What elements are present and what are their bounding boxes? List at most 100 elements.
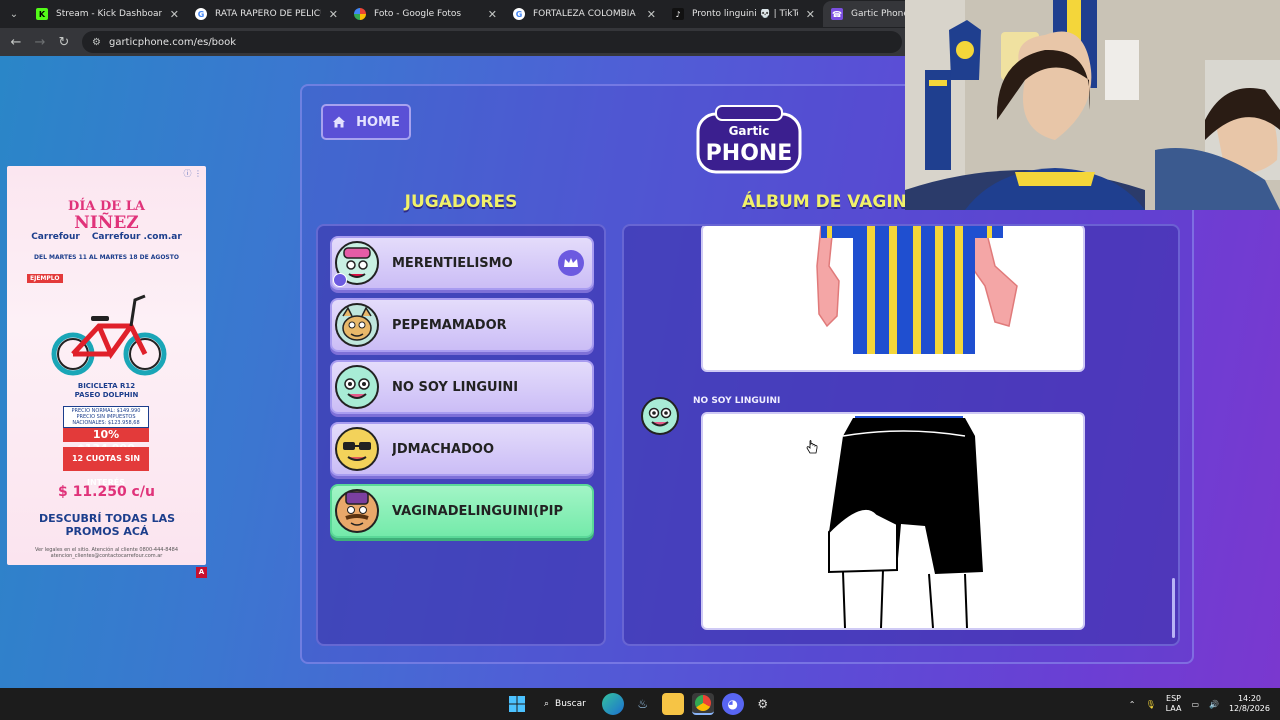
ad-price-details: PRECIO NORMAL: $149.990 PRECIO SIN IMPUE… [63, 406, 149, 428]
windows-start-icon[interactable] [506, 693, 528, 715]
gartic-phone-logo: Gartic PHONE [696, 105, 802, 174]
address-bar[interactable]: ⚙ garticphone.com/es/book [82, 31, 902, 53]
author-name: NO SOY LINGUINI [693, 396, 781, 406]
close-icon[interactable]: ✕ [170, 8, 179, 21]
player-name: NO SOY LINGUINI [392, 379, 519, 395]
tray-chevron-icon[interactable]: ⌃ [1129, 700, 1136, 709]
volume-icon[interactable]: 🔊 [1209, 700, 1219, 709]
players-list: MERENTIELISMO PEPEMAMADOR NO SOY LINGUIN… [316, 224, 606, 646]
ad-title-line: DÍA DE LA [68, 199, 145, 214]
logo-text-phone: PHONE [706, 141, 793, 166]
site-info-icon[interactable]: ⚙ [92, 37, 101, 48]
bicycle-image [51, 294, 167, 376]
google-icon: G [195, 8, 207, 20]
chrome-icon[interactable] [691, 693, 714, 715]
player-name: VAGINADELINGUINI(PIP [392, 503, 563, 519]
google-icon: G [513, 8, 525, 20]
ad-example-tag: EJEMPLO [27, 274, 63, 283]
drawing-card [701, 412, 1085, 630]
close-icon[interactable]: ✕ [806, 8, 815, 21]
taskbar-search[interactable]: ⌕ Buscar [536, 692, 594, 716]
ad-discount-price: 10% $134.990 [63, 428, 149, 455]
forward-icon[interactable]: → [30, 32, 50, 52]
home-label: HOME [356, 114, 400, 130]
drawing-shorts [828, 416, 983, 628]
time-text: 14:20 [1237, 694, 1262, 703]
reload-icon[interactable]: ↻ [54, 32, 74, 52]
tab-search-icon[interactable]: ⌄ [0, 0, 28, 28]
language-indicator[interactable]: ESP LAA [1166, 694, 1182, 714]
player-avatar [335, 303, 379, 347]
close-icon[interactable]: ✕ [329, 8, 338, 21]
keyboard-layout: LAA [1165, 704, 1182, 713]
kick-icon: K [36, 8, 48, 20]
close-icon[interactable]: ✕ [647, 8, 656, 21]
ad-installments: 12 CUOTAS SIN INTERÉS [63, 447, 149, 487]
player-name: JDMACHADOO [392, 441, 495, 457]
search-label: Buscar [555, 699, 586, 709]
tab-title: FORTALEZA COLOMBIA - Buscar [533, 9, 639, 19]
adchoices-icon[interactable]: A [196, 567, 207, 578]
player-item: JDMACHADOO [330, 422, 594, 476]
carrefour-logo: Carrefour [31, 232, 80, 242]
album-scrollbar[interactable] [1172, 578, 1175, 638]
tiktok-icon: ♪ [672, 8, 684, 20]
browser-tab[interactable]: G RATA RAPERO DE PELICULA DE ✕ [187, 1, 346, 27]
app-icon[interactable]: ⚙ [752, 693, 774, 715]
ad-dates: DEL MARTES 11 AL MARTES 18 DE AGOSTO [34, 254, 179, 261]
carrefour-online-logo: Carrefour .com.ar [91, 232, 182, 242]
player-item: MERENTIELISMO [330, 236, 594, 290]
author-avatar [641, 397, 679, 435]
steam-icon[interactable]: ♨ [632, 693, 654, 715]
home-button[interactable]: HOME [321, 104, 411, 140]
url-text: garticphone.com/es/book [108, 36, 237, 48]
system-tray: ⌃ 🎙 ESP LAA ▭ 🔊 14:20 12/8/2026 [1129, 688, 1270, 720]
microphone-icon[interactable]: 🎙 [1145, 700, 1155, 709]
google-photos-icon [354, 8, 366, 20]
logo-text-gartic: Gartic [729, 124, 770, 138]
file-explorer-icon[interactable] [661, 693, 684, 715]
tab-title: RATA RAPERO DE PELICULA DE [215, 9, 321, 19]
host-badge-icon [333, 273, 347, 287]
player-name: MERENTIELISMO [392, 255, 513, 271]
close-icon[interactable]: ✕ [488, 8, 497, 21]
webcam-feed-image [905, 0, 1280, 210]
ad-info-icon[interactable]: ⓘ ⋮ [183, 168, 202, 179]
date-text: 12/8/2026 [1228, 704, 1270, 713]
home-icon [333, 116, 346, 128]
players-title: JUGADORES [404, 192, 518, 212]
player-item: PEPEMAMADOR [330, 298, 594, 352]
discord-icon[interactable]: ◕ [721, 693, 744, 715]
taskbar-apps: ⌕ Buscar ♨ ◕ ⚙ [506, 688, 774, 720]
ad-cta[interactable]: DESCUBRÍ TODAS LAS PROMOS ACÁ [37, 512, 177, 538]
tab-title: Foto - Google Fotos [374, 9, 462, 19]
carrefour-ad[interactable]: ⓘ ⋮ DÍA DE LA NIÑEZ Carrefour Carrefour … [7, 166, 206, 565]
drawing-card [701, 226, 1085, 372]
player-avatar [335, 489, 379, 533]
hand-cursor-icon [806, 440, 818, 454]
browser-tab[interactable]: Foto - Google Fotos ✕ [346, 1, 505, 27]
player-avatar [335, 427, 379, 471]
tab-title: Pronto linguini 💀 | TikTok [692, 9, 798, 19]
webcam-overlay [905, 0, 1280, 210]
ad-title-line: NIÑEZ [74, 213, 139, 233]
network-icon[interactable]: ▭ [1191, 700, 1199, 709]
ad-title: DÍA DE LA NIÑEZ [7, 199, 206, 233]
browser-tab[interactable]: ♪ Pronto linguini 💀 | TikTok ✕ [664, 1, 823, 27]
ad-installment-price: $ 11.250 c/u [58, 484, 155, 500]
edge-icon[interactable] [601, 693, 624, 715]
tab-title: Stream - Kick Dashboard [56, 9, 162, 19]
drawing-jersey [816, 226, 1018, 354]
ad-price-no-tax: PRECIO SIN IMPUESTOS NACIONALES: $123.95… [72, 414, 140, 426]
ad-product-line: PASEO DOLPHIN [74, 391, 139, 399]
ad-brands: Carrefour Carrefour .com.ar [7, 232, 206, 242]
album-panel[interactable]: NO SOY LINGUINI [622, 224, 1180, 646]
back-icon[interactable]: ← [6, 32, 26, 52]
crown-icon [558, 250, 584, 276]
clock[interactable]: 14:20 12/8/2026 [1229, 694, 1270, 714]
browser-tab[interactable]: G FORTALEZA COLOMBIA - Buscar ✕ [505, 1, 664, 27]
player-name: PEPEMAMADOR [392, 317, 507, 333]
ad-product-name: BICICLETA R12 PASEO DOLPHIN [7, 382, 206, 400]
browser-tab[interactable]: K Stream - Kick Dashboard ✕ [28, 1, 187, 27]
player-item: NO SOY LINGUINI [330, 360, 594, 414]
